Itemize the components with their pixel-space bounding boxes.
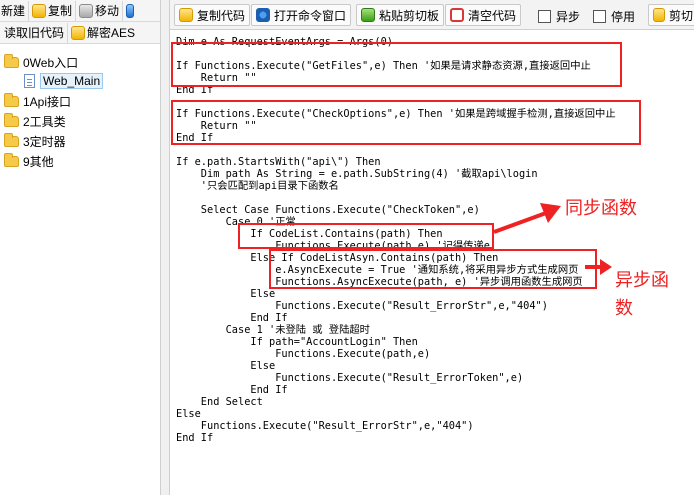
sync-arrow [493,211,547,234]
async-function-label-1: 异步函 [615,270,669,291]
async-arrowhead [600,259,612,275]
async-function-label-2: 数 [615,298,633,319]
annotation-arrows [493,203,612,275]
sync-function-label: 同步函数 [565,198,637,219]
